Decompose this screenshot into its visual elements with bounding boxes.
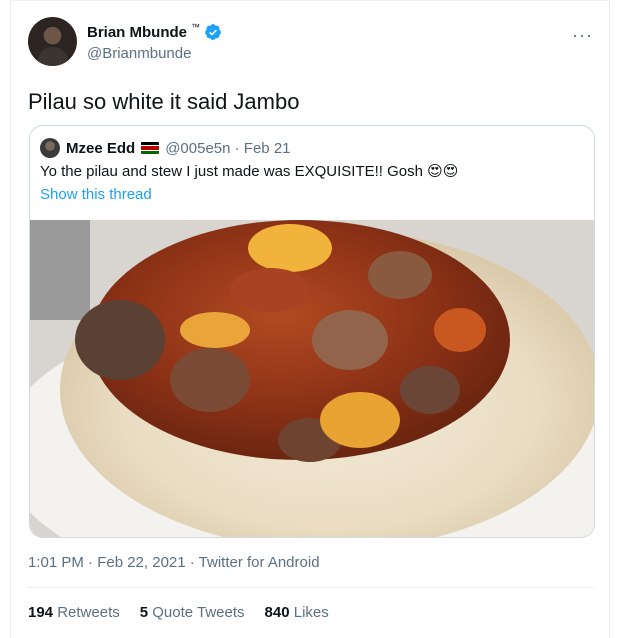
quotes-label: Quote Tweets	[152, 604, 245, 621]
tweet-timestamp[interactable]: 1:01 PM · Feb 22, 2021 · Twitter for And…	[28, 554, 320, 571]
quoted-author-name: Mzee Edd	[66, 139, 136, 157]
likes-label: Likes	[293, 604, 329, 621]
food-photo[interactable]	[30, 220, 594, 537]
quoted-tweet-header: Mzee Edd @005e5n · Feb 21	[40, 138, 291, 158]
food-photo-illustration	[30, 220, 594, 537]
more-horizontal-icon[interactable]: ···	[572, 25, 593, 46]
retweets-count: 194	[28, 604, 54, 621]
author-block: Brian Mbunde ™ @Brianmbunde	[87, 22, 222, 62]
quoted-author-avatar	[40, 138, 60, 158]
retweets-label: Retweets	[57, 604, 120, 621]
author-name[interactable]: Brian Mbunde	[87, 24, 187, 41]
author-handle[interactable]: @Brianmbunde	[87, 45, 222, 62]
likes-count: 840	[264, 604, 290, 621]
retweets-stat[interactable]: 194 Retweets	[28, 604, 120, 621]
kenya-flag-icon	[141, 142, 160, 154]
quoted-handle-date: @005e5n · Feb 21	[165, 139, 291, 157]
show-thread-link[interactable]: Show this thread	[40, 186, 152, 203]
verified-badge-icon	[205, 24, 221, 40]
divider	[28, 587, 594, 588]
likes-stat[interactable]: 840 Likes	[265, 604, 329, 621]
quoted-tweet-text: Yo the pilau and stew I just made was EX…	[40, 163, 459, 180]
author-name-row: Brian Mbunde ™	[87, 22, 222, 41]
quote-tweets-stat[interactable]: 5 Quote Tweets	[140, 604, 245, 621]
trademark-symbol: ™	[191, 22, 200, 32]
tweet-card: Brian Mbunde ™ @Brianmbunde ··· Pilau so…	[10, 0, 610, 638]
quoted-tweet[interactable]: Mzee Edd @005e5n · Feb 21 Yo the pilau a…	[29, 125, 595, 538]
author-avatar[interactable]	[28, 17, 77, 66]
tweet-text: Pilau so white it said Jambo	[28, 89, 300, 114]
engagement-stats: 194 Retweets 5 Quote Tweets 840 Likes	[28, 604, 329, 621]
quotes-count: 5	[139, 604, 149, 621]
